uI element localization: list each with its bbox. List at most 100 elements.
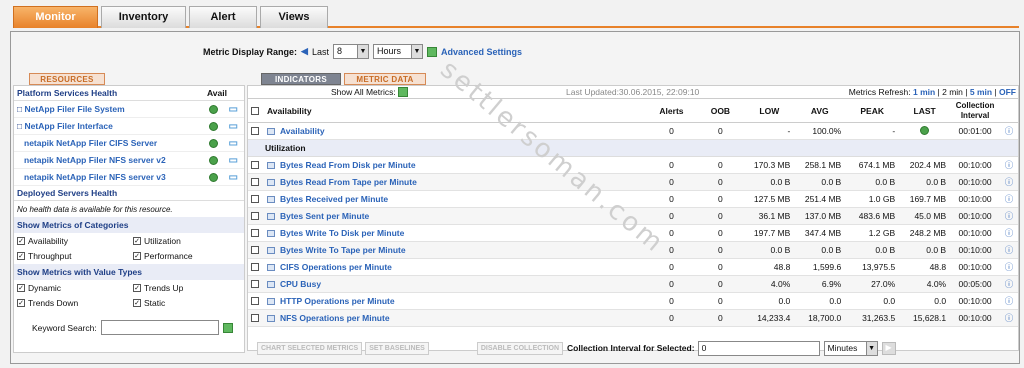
info-icon[interactable]: ⓘ bbox=[1000, 125, 1018, 137]
chart-icon[interactable] bbox=[266, 195, 275, 203]
go-icon[interactable] bbox=[426, 46, 437, 57]
metric-name[interactable]: Bytes Read From Tape per Minute bbox=[280, 177, 417, 187]
metric-name[interactable]: CPU Busy bbox=[280, 279, 321, 289]
advanced-settings-link[interactable]: Advanced Settings bbox=[441, 47, 522, 57]
chart-selected-button[interactable]: CHART SELECTED METRICS bbox=[257, 341, 363, 355]
row-checkbox[interactable] bbox=[250, 178, 259, 186]
table-row[interactable]: CIFS Operations per Minute 0 0 48.8 1,599.6 1… bbox=[248, 259, 1018, 276]
info-icon[interactable]: ⓘ bbox=[1000, 227, 1018, 239]
chart-icon[interactable] bbox=[266, 127, 275, 135]
metric-name[interactable]: CIFS Operations per Minute bbox=[280, 262, 392, 272]
refresh-5min-link[interactable]: 5 min bbox=[970, 87, 992, 97]
tab-inventory[interactable]: Inventory bbox=[101, 6, 186, 28]
interval-unit-select[interactable]: Minutes ▼ bbox=[823, 340, 878, 356]
resource-item[interactable]: □ NetApp Filer Interface ▭ bbox=[14, 118, 244, 135]
tab-views[interactable]: Views bbox=[260, 6, 328, 28]
metric-name[interactable]: Bytes Received per Minute bbox=[280, 194, 388, 204]
availability-checkbox[interactable]: ✓ Availability bbox=[17, 236, 133, 246]
resource-item[interactable]: netapik NetApp Filer CIFS Server ▭ bbox=[14, 135, 244, 152]
info-icon[interactable]: ⓘ bbox=[1000, 295, 1018, 307]
info-icon[interactable]: ⓘ bbox=[1000, 278, 1018, 290]
table-row[interactable]: Bytes Write To Disk per Minute 0 0 197.7 MB… bbox=[248, 225, 1018, 242]
metric-name[interactable]: Bytes Read From Disk per Minute bbox=[280, 160, 416, 170]
set-baselines-button[interactable]: SET BASELINES bbox=[365, 341, 429, 355]
chart-icon[interactable] bbox=[266, 263, 275, 271]
info-icon[interactable]: ⓘ bbox=[1000, 193, 1018, 205]
table-row[interactable]: Bytes Write To Tape per Minute 0 0 0.0 B 0.0… bbox=[248, 242, 1018, 259]
info-icon[interactable]: ⓘ bbox=[1000, 244, 1018, 256]
comment-icon[interactable]: ▭ bbox=[229, 172, 238, 183]
comment-icon[interactable]: ▭ bbox=[229, 104, 238, 115]
info-icon[interactable]: ⓘ bbox=[1000, 176, 1018, 188]
metric-name[interactable]: Bytes Write To Disk per Minute bbox=[280, 228, 404, 238]
chart-icon[interactable] bbox=[266, 280, 275, 288]
select-all-checkbox[interactable] bbox=[250, 106, 259, 115]
apply-arrow-icon[interactable]: ▶ bbox=[881, 341, 896, 355]
show-all-metrics[interactable]: Show All Metrics: bbox=[331, 87, 408, 97]
throughput-checkbox[interactable]: ✓ Throughput bbox=[17, 251, 133, 261]
row-checkbox[interactable] bbox=[250, 229, 259, 237]
table-row[interactable]: CPU Busy 0 0 4.0% 6.9% 27.0% 4.0% 00:05:00 ⓘ bbox=[248, 276, 1018, 293]
chart-icon[interactable] bbox=[266, 297, 275, 305]
dynamic-checkbox[interactable]: ✓ Dynamic bbox=[17, 283, 133, 293]
refresh-1min-link[interactable]: 1 min bbox=[913, 87, 935, 97]
tab-resources[interactable]: RESOURCES bbox=[29, 73, 105, 85]
resource-item[interactable]: □ NetApp Filer File System ▭ bbox=[14, 101, 244, 118]
row-checkbox[interactable] bbox=[250, 297, 259, 305]
row-checkbox[interactable] bbox=[250, 246, 259, 254]
table-row[interactable]: NFS Operations per Minute 0 0 14,233.4 18,70… bbox=[248, 310, 1018, 327]
chart-icon[interactable] bbox=[266, 161, 275, 169]
row-checkbox[interactable] bbox=[250, 195, 259, 203]
metric-name[interactable]: Bytes Sent per Minute bbox=[280, 211, 369, 221]
resource-item[interactable]: netapik NetApp Filer NFS server v2 ▭ bbox=[14, 152, 244, 169]
table-row[interactable]: Bytes Received per Minute 0 0 127.5 MB 251.4… bbox=[248, 191, 1018, 208]
row-checkbox[interactable] bbox=[250, 161, 259, 169]
chart-icon[interactable] bbox=[266, 229, 275, 237]
info-icon[interactable]: ⓘ bbox=[1000, 210, 1018, 222]
alerts-cell: 0 bbox=[669, 177, 674, 187]
comment-icon[interactable]: ▭ bbox=[229, 155, 238, 166]
table-row[interactable]: Bytes Read From Disk per Minute 0 0 170.3 M… bbox=[248, 157, 1018, 174]
chart-icon[interactable] bbox=[266, 314, 275, 322]
table-row[interactable]: HTTP Operations per Minute 0 0 0.0 0.0 0.0 0.0… bbox=[248, 293, 1018, 310]
chart-icon[interactable] bbox=[266, 246, 275, 254]
chart-icon[interactable] bbox=[266, 178, 275, 186]
metric-name[interactable]: Bytes Write To Tape per Minute bbox=[280, 245, 406, 255]
keyword-input[interactable] bbox=[100, 320, 219, 335]
table-row[interactable]: Availability 0 0 - 100.0% - 00:01:00 ⓘ bbox=[248, 123, 1018, 140]
trends-down-checkbox[interactable]: ✓ Trends Down bbox=[17, 298, 133, 308]
comment-icon[interactable]: ▭ bbox=[229, 138, 238, 149]
show-all-icon[interactable] bbox=[397, 87, 408, 97]
disable-collection-button[interactable]: DISABLE COLLECTION bbox=[476, 341, 564, 355]
metric-name[interactable]: HTTP Operations per Minute bbox=[280, 296, 395, 306]
tab-alert[interactable]: Alert bbox=[189, 6, 257, 28]
info-icon[interactable]: ⓘ bbox=[1000, 159, 1018, 171]
utilization-checkbox[interactable]: ✓ Utilization bbox=[133, 236, 249, 246]
search-go-icon[interactable] bbox=[222, 322, 233, 333]
tab-metric-data[interactable]: METRIC DATA bbox=[344, 73, 426, 85]
tab-monitor[interactable]: Monitor bbox=[13, 6, 98, 28]
refresh-2min-link[interactable]: 2 min bbox=[942, 87, 963, 97]
trends-up-checkbox[interactable]: ✓ Trends Up bbox=[133, 283, 249, 293]
refresh-off-link[interactable]: OFF bbox=[999, 87, 1016, 97]
resource-item[interactable]: netapik NetApp Filer NFS server v3 ▭ bbox=[14, 169, 244, 186]
back-arrow-icon[interactable]: ◀ bbox=[301, 46, 308, 57]
tab-indicators[interactable]: INDICATORS bbox=[261, 73, 341, 85]
chart-icon[interactable] bbox=[266, 212, 275, 220]
range-unit-select[interactable]: Hours ▼ bbox=[372, 44, 423, 59]
static-checkbox[interactable]: ✓ Static bbox=[133, 298, 249, 308]
row-checkbox[interactable] bbox=[250, 280, 259, 288]
comment-icon[interactable]: ▭ bbox=[229, 121, 238, 132]
info-icon[interactable]: ⓘ bbox=[1000, 312, 1018, 324]
row-checkbox[interactable] bbox=[250, 263, 259, 271]
interval-input[interactable]: 0 bbox=[697, 340, 820, 356]
row-checkbox[interactable] bbox=[250, 127, 259, 135]
range-value-select[interactable]: 8 ▼ bbox=[332, 44, 369, 59]
table-row[interactable]: Bytes Sent per Minute 0 0 36.1 MB 137.0 MB 48… bbox=[248, 208, 1018, 225]
row-checkbox[interactable] bbox=[250, 212, 259, 220]
info-icon[interactable]: ⓘ bbox=[1000, 261, 1018, 273]
row-checkbox[interactable] bbox=[250, 314, 259, 322]
metric-name[interactable]: NFS Operations per Minute bbox=[280, 313, 390, 323]
performance-checkbox[interactable]: ✓ Performance bbox=[133, 251, 249, 261]
table-row[interactable]: Bytes Read From Tape per Minute 0 0 0.0 B 0.… bbox=[248, 174, 1018, 191]
